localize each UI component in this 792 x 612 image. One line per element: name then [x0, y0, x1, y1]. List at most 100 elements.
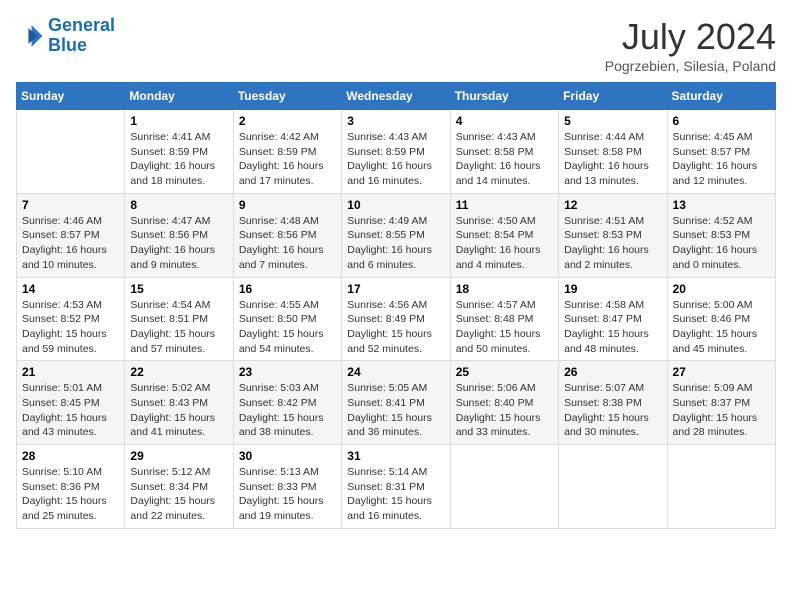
day-info: Sunrise: 5:07 AM Sunset: 8:38 PM Dayligh…: [564, 381, 661, 440]
weekday-header: Friday: [559, 83, 667, 110]
day-info: Sunrise: 5:05 AM Sunset: 8:41 PM Dayligh…: [347, 381, 444, 440]
day-number: 26: [564, 365, 661, 379]
page-header: General Blue July 2024 Pogrzebien, Siles…: [16, 16, 776, 74]
calendar-cell: 20 Sunrise: 5:00 AM Sunset: 8:46 PM Dayli…: [667, 277, 775, 361]
calendar-cell: 22Sunrise: 5:02 AM Sunset: 8:43 PM Dayli…: [125, 361, 233, 445]
day-number: 3: [347, 114, 444, 128]
day-number: 31: [347, 449, 444, 463]
day-info: Sunrise: 4:50 AM Sunset: 8:54 PM Dayligh…: [456, 214, 553, 273]
day-info: Sunrise: 4:47 AM Sunset: 8:56 PM Dayligh…: [130, 214, 227, 273]
day-number: 27: [673, 365, 770, 379]
day-info: Sunrise: 4:48 AM Sunset: 8:56 PM Dayligh…: [239, 214, 336, 273]
day-number: 28: [22, 449, 119, 463]
day-number: 14: [22, 282, 119, 296]
calendar-cell: [667, 445, 775, 529]
day-number: 13: [673, 198, 770, 212]
day-number: 7: [22, 198, 119, 212]
calendar-cell: 18Sunrise: 4:57 AM Sunset: 8:48 PM Dayli…: [450, 277, 558, 361]
day-info: Sunrise: 5:01 AM Sunset: 8:45 PM Dayligh…: [22, 381, 119, 440]
day-number: 2: [239, 114, 336, 128]
day-info: Sunrise: 4:51 AM Sunset: 8:53 PM Dayligh…: [564, 214, 661, 273]
day-number: 29: [130, 449, 227, 463]
day-info: Sunrise: 4:41 AM Sunset: 8:59 PM Dayligh…: [130, 130, 227, 189]
day-info: Sunrise: 5:09 AM Sunset: 8:37 PM Dayligh…: [673, 381, 770, 440]
calendar-header-row: SundayMondayTuesdayWednesdayThursdayFrid…: [17, 83, 776, 110]
calendar-cell: 14 Sunrise: 4:53 AM Sunset: 8:52 PM Dayli…: [17, 277, 125, 361]
weekday-header: Wednesday: [342, 83, 450, 110]
day-info: Sunrise: 4:43 AM Sunset: 8:59 PM Dayligh…: [347, 130, 444, 189]
calendar-week-row: 28 Sunrise: 5:10 AM Sunset: 8:36 PM Dayli…: [17, 445, 776, 529]
day-info: Sunrise: 4:54 AM Sunset: 8:51 PM Dayligh…: [130, 298, 227, 357]
calendar-cell: 28 Sunrise: 5:10 AM Sunset: 8:36 PM Dayli…: [17, 445, 125, 529]
location-subtitle: Pogrzebien, Silesia, Poland: [605, 58, 776, 74]
day-info: Sunrise: 5:14 AM Sunset: 8:31 PM Dayligh…: [347, 465, 444, 524]
weekday-header: Monday: [125, 83, 233, 110]
calendar-cell: 31 Sunrise: 5:14 AM Sunset: 8:31 PM Dayli…: [342, 445, 450, 529]
calendar-cell: 8Sunrise: 4:47 AM Sunset: 8:56 PM Daylig…: [125, 193, 233, 277]
day-info: Sunrise: 4:49 AM Sunset: 8:55 PM Dayligh…: [347, 214, 444, 273]
calendar-cell: 23 Sunrise: 5:03 AM Sunset: 8:42 PM Dayli…: [233, 361, 341, 445]
calendar-cell: 12 Sunrise: 4:51 AM Sunset: 8:53 PM Dayli…: [559, 193, 667, 277]
calendar-cell: 19 Sunrise: 4:58 AM Sunset: 8:47 PM Dayli…: [559, 277, 667, 361]
calendar-cell: 10 Sunrise: 4:49 AM Sunset: 8:55 PM Dayli…: [342, 193, 450, 277]
day-info: Sunrise: 5:03 AM Sunset: 8:42 PM Dayligh…: [239, 381, 336, 440]
day-info: Sunrise: 4:44 AM Sunset: 8:58 PM Dayligh…: [564, 130, 661, 189]
calendar-cell: 11Sunrise: 4:50 AM Sunset: 8:54 PM Dayli…: [450, 193, 558, 277]
calendar-cell: 17 Sunrise: 4:56 AM Sunset: 8:49 PM Dayli…: [342, 277, 450, 361]
calendar-cell: 5 Sunrise: 4:44 AM Sunset: 8:58 PM Daylig…: [559, 110, 667, 194]
day-number: 10: [347, 198, 444, 212]
calendar-cell: 24 Sunrise: 5:05 AM Sunset: 8:41 PM Dayli…: [342, 361, 450, 445]
calendar-cell: 2 Sunrise: 4:42 AM Sunset: 8:59 PM Daylig…: [233, 110, 341, 194]
calendar-week-row: 7 Sunrise: 4:46 AM Sunset: 8:57 PM Daylig…: [17, 193, 776, 277]
calendar-cell: 1Sunrise: 4:41 AM Sunset: 8:59 PM Daylig…: [125, 110, 233, 194]
logo-text: General Blue: [48, 16, 115, 56]
calendar-cell: 15Sunrise: 4:54 AM Sunset: 8:51 PM Dayli…: [125, 277, 233, 361]
calendar-cell: 27 Sunrise: 5:09 AM Sunset: 8:37 PM Dayli…: [667, 361, 775, 445]
weekday-header: Sunday: [17, 83, 125, 110]
day-info: Sunrise: 5:12 AM Sunset: 8:34 PM Dayligh…: [130, 465, 227, 524]
day-info: Sunrise: 5:10 AM Sunset: 8:36 PM Dayligh…: [22, 465, 119, 524]
month-title: July 2024: [605, 16, 776, 58]
calendar-cell: 7 Sunrise: 4:46 AM Sunset: 8:57 PM Daylig…: [17, 193, 125, 277]
day-number: 4: [456, 114, 553, 128]
weekday-header: Thursday: [450, 83, 558, 110]
day-info: Sunrise: 4:43 AM Sunset: 8:58 PM Dayligh…: [456, 130, 553, 189]
day-number: 21: [22, 365, 119, 379]
calendar-cell: [450, 445, 558, 529]
day-number: 19: [564, 282, 661, 296]
calendar-cell: 25 Sunrise: 5:06 AM Sunset: 8:40 PM Dayli…: [450, 361, 558, 445]
day-number: 23: [239, 365, 336, 379]
calendar-cell: 16Sunrise: 4:55 AM Sunset: 8:50 PM Dayli…: [233, 277, 341, 361]
day-info: Sunrise: 5:06 AM Sunset: 8:40 PM Dayligh…: [456, 381, 553, 440]
weekday-header: Tuesday: [233, 83, 341, 110]
day-number: 22: [130, 365, 227, 379]
day-info: Sunrise: 4:42 AM Sunset: 8:59 PM Dayligh…: [239, 130, 336, 189]
calendar-cell: 13Sunrise: 4:52 AM Sunset: 8:53 PM Dayli…: [667, 193, 775, 277]
day-number: 17: [347, 282, 444, 296]
day-info: Sunrise: 4:56 AM Sunset: 8:49 PM Dayligh…: [347, 298, 444, 357]
day-info: Sunrise: 4:45 AM Sunset: 8:57 PM Dayligh…: [673, 130, 770, 189]
day-info: Sunrise: 5:00 AM Sunset: 8:46 PM Dayligh…: [673, 298, 770, 357]
calendar-cell: [559, 445, 667, 529]
day-number: 20: [673, 282, 770, 296]
calendar-week-row: 14 Sunrise: 4:53 AM Sunset: 8:52 PM Dayli…: [17, 277, 776, 361]
calendar-cell: 29 Sunrise: 5:12 AM Sunset: 8:34 PM Dayli…: [125, 445, 233, 529]
day-info: Sunrise: 4:53 AM Sunset: 8:52 PM Dayligh…: [22, 298, 119, 357]
day-info: Sunrise: 4:55 AM Sunset: 8:50 PM Dayligh…: [239, 298, 336, 357]
calendar-cell: 9 Sunrise: 4:48 AM Sunset: 8:56 PM Daylig…: [233, 193, 341, 277]
day-number: 9: [239, 198, 336, 212]
calendar-cell: 21 Sunrise: 5:01 AM Sunset: 8:45 PM Dayli…: [17, 361, 125, 445]
day-number: 24: [347, 365, 444, 379]
day-number: 5: [564, 114, 661, 128]
day-info: Sunrise: 5:13 AM Sunset: 8:33 PM Dayligh…: [239, 465, 336, 524]
day-info: Sunrise: 4:46 AM Sunset: 8:57 PM Dayligh…: [22, 214, 119, 273]
weekday-header: Saturday: [667, 83, 775, 110]
day-info: Sunrise: 4:58 AM Sunset: 8:47 PM Dayligh…: [564, 298, 661, 357]
day-number: 25: [456, 365, 553, 379]
calendar-cell: 4 Sunrise: 4:43 AM Sunset: 8:58 PM Daylig…: [450, 110, 558, 194]
day-number: 30: [239, 449, 336, 463]
calendar-cell: 26 Sunrise: 5:07 AM Sunset: 8:38 PM Dayli…: [559, 361, 667, 445]
title-block: July 2024 Pogrzebien, Silesia, Poland: [605, 16, 776, 74]
day-number: 12: [564, 198, 661, 212]
calendar-week-row: 1Sunrise: 4:41 AM Sunset: 8:59 PM Daylig…: [17, 110, 776, 194]
